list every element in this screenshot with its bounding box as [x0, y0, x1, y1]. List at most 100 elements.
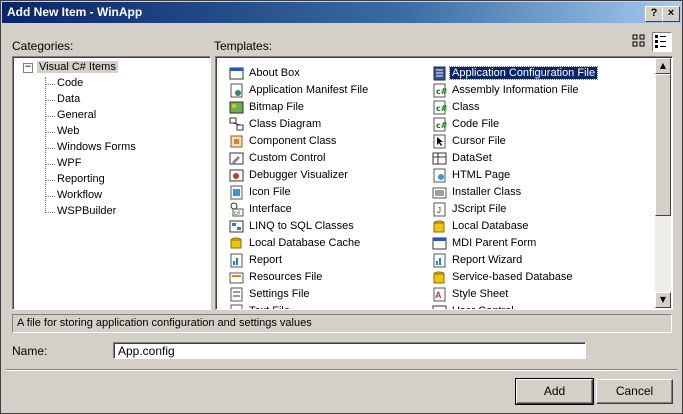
- custom-control-icon: [229, 151, 244, 166]
- template-label: Installer Class: [452, 186, 522, 198]
- small-icons-view-button[interactable]: [652, 32, 672, 52]
- template-item[interactable]: Bitmap File: [229, 100, 429, 116]
- tree-item-general[interactable]: General: [57, 109, 96, 121]
- template-item[interactable]: Application Manifest File: [229, 83, 429, 99]
- tree-item-root[interactable]: Visual C# Items: [37, 61, 118, 73]
- tree-item-data[interactable]: Data: [57, 93, 80, 105]
- template-item[interactable]: Debugger Visualizer: [229, 168, 429, 184]
- csharp-file-icon: c#: [432, 100, 448, 115]
- template-label: Local Database: [452, 220, 529, 232]
- template-item[interactable]: MDI Parent Form: [432, 236, 632, 252]
- bitmap-icon: [229, 100, 244, 115]
- collapse-icon[interactable]: −: [23, 63, 33, 73]
- template-item[interactable]: LINQ to SQL Classes: [229, 219, 429, 235]
- template-item[interactable]: Service-based Database: [432, 270, 632, 286]
- template-label: DataSet: [452, 152, 492, 164]
- tree-line: [45, 212, 55, 213]
- templates-list[interactable]: About Box Application Manifest File Bitmap…: [215, 56, 673, 310]
- user-control-icon: [432, 304, 447, 309]
- tree-item-wpf[interactable]: WPF: [57, 157, 81, 169]
- template-item[interactable]: c# Code File: [432, 117, 632, 133]
- large-icons-view-button[interactable]: [630, 32, 648, 50]
- template-item[interactable]: Local Database: [432, 219, 632, 235]
- template-item[interactable]: Report Wizard: [432, 253, 632, 269]
- template-item[interactable]: Application Configuration File: [432, 66, 632, 82]
- icon-file-icon: [229, 185, 244, 200]
- template-item[interactable]: A Style Sheet: [432, 287, 632, 303]
- form-icon: [432, 236, 447, 251]
- tree-line: [45, 164, 55, 165]
- template-item[interactable]: Local Database Cache: [229, 236, 429, 252]
- template-item[interactable]: Component Class: [229, 134, 429, 150]
- template-label: Component Class: [249, 135, 337, 147]
- template-item[interactable]: DataSet: [432, 151, 632, 167]
- tree-item-windows-forms[interactable]: Windows Forms: [57, 141, 136, 153]
- template-label: Interface: [249, 203, 292, 215]
- template-item[interactable]: Custom Control: [229, 151, 429, 167]
- template-item[interactable]: User Control: [432, 304, 632, 309]
- title-bar[interactable]: Add New Item - WinApp ? ×: [2, 2, 681, 23]
- tree-line: [45, 180, 55, 181]
- scroll-thumb[interactable]: [655, 74, 671, 216]
- template-label: Service-based Database: [452, 271, 573, 283]
- template-item[interactable]: c# Assembly Information File: [432, 83, 632, 99]
- tree-item-web[interactable]: Web: [57, 125, 79, 137]
- tree-item-code[interactable]: Code: [57, 77, 83, 89]
- manifest-icon: [229, 83, 244, 98]
- template-label: Icon File: [249, 186, 291, 198]
- class-diagram-icon: [229, 117, 244, 132]
- categories-label: Categories:: [12, 39, 74, 53]
- template-item[interactable]: About Box: [229, 66, 429, 82]
- template-item[interactable]: c# Class: [432, 100, 632, 116]
- database-cache-icon: [229, 236, 244, 251]
- template-item[interactable]: c# Interface: [229, 202, 429, 218]
- form-icon: [229, 66, 244, 81]
- add-new-item-dialog: Add New Item - WinApp ? × Categories: Te…: [0, 0, 683, 414]
- template-label: Bitmap File: [249, 101, 305, 113]
- scroll-up-button[interactable]: ▲: [655, 58, 671, 74]
- svg-text:J: J: [437, 206, 441, 215]
- template-item[interactable]: Cursor File: [432, 134, 632, 150]
- template-item[interactable]: HTML Page: [432, 168, 632, 184]
- template-item[interactable]: Text File: [229, 304, 429, 309]
- text-file-icon: [229, 304, 244, 309]
- template-item[interactable]: Installer Class: [432, 185, 632, 201]
- name-input[interactable]: [113, 342, 586, 359]
- html-icon: [432, 168, 447, 183]
- svg-text:c#: c#: [234, 211, 241, 217]
- template-item[interactable]: Settings File: [229, 287, 429, 303]
- tree-line: [45, 84, 55, 85]
- template-label: Custom Control: [249, 152, 326, 164]
- template-item[interactable]: Class Diagram: [229, 117, 429, 133]
- cancel-button[interactable]: Cancel: [596, 379, 673, 404]
- tree-item-workflow[interactable]: Workflow: [57, 189, 102, 201]
- report-icon: [229, 253, 244, 268]
- database-icon: [432, 270, 447, 285]
- tree-item-reporting[interactable]: Reporting: [57, 173, 105, 185]
- categories-tree[interactable]: − Visual C# Items Code Data General Web Wind…: [12, 56, 211, 310]
- stylesheet-icon: A: [432, 287, 447, 302]
- database-icon: [432, 219, 447, 234]
- csharp-file-icon: c#: [432, 83, 448, 98]
- resources-icon: [229, 270, 244, 285]
- template-label: Resources File: [249, 271, 323, 283]
- template-label: Debugger Visualizer: [249, 169, 348, 181]
- tree-item-wspbuilder[interactable]: WSPBuilder: [57, 205, 116, 217]
- template-label: Cursor File: [452, 135, 506, 147]
- help-button[interactable]: ?: [645, 6, 663, 22]
- template-item[interactable]: Report: [229, 253, 429, 269]
- template-label: LINQ to SQL Classes: [249, 220, 354, 232]
- template-label: User Control: [450, 305, 516, 309]
- template-label: Code File: [452, 118, 500, 130]
- name-label: Name:: [12, 344, 48, 358]
- template-item[interactable]: Icon File: [229, 185, 429, 201]
- template-item[interactable]: J JScript File: [432, 202, 632, 218]
- vertical-scrollbar[interactable]: ▲ ▼: [655, 58, 671, 308]
- close-button[interactable]: ×: [662, 6, 680, 22]
- template-label: HTML Page: [452, 169, 511, 181]
- add-button[interactable]: Add: [515, 378, 594, 405]
- scroll-down-button[interactable]: ▼: [655, 292, 671, 308]
- template-label: MDI Parent Form: [452, 237, 537, 249]
- template-item[interactable]: Resources File: [229, 270, 429, 286]
- template-label: Assembly Information File: [452, 84, 579, 96]
